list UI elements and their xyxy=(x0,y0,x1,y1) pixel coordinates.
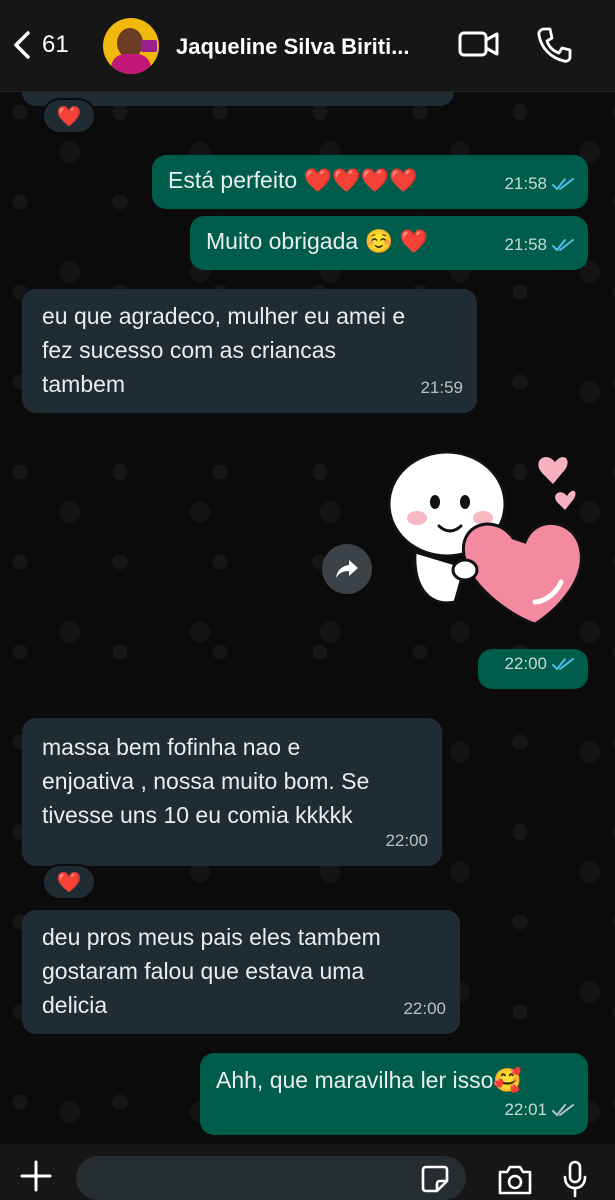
read-ticks-icon xyxy=(552,658,574,671)
message-time: 21:58 xyxy=(504,235,547,254)
message-bubble-outgoing[interactable]: Está perfeito ❤️❤️❤️❤️ 21:58 xyxy=(152,155,588,209)
chat-header: 61 Jaqueline Silva Biriti... xyxy=(0,0,615,92)
message-bubble-incoming[interactable]: eu que agradeco, mulher eu amei e fez su… xyxy=(22,289,477,413)
heart-reaction: ❤️ xyxy=(56,871,82,894)
phone-icon xyxy=(537,27,572,63)
contact-avatar[interactable] xyxy=(103,18,159,74)
message-line: delicia xyxy=(42,992,108,1018)
microphone-button[interactable] xyxy=(562,1160,588,1200)
message-time: 22:00 xyxy=(504,654,547,673)
message-time: 22:01 xyxy=(504,1100,547,1119)
message-time: 22:00 xyxy=(403,999,446,1018)
read-ticks-icon xyxy=(552,178,574,191)
message-time: 21:58 xyxy=(504,174,547,193)
sticker-timestamp: 22:00 xyxy=(478,649,588,689)
video-call-icon xyxy=(458,31,499,57)
message-time: 13:08 xyxy=(397,92,440,104)
message-line: tivesse uns 10 eu comia kkkkk xyxy=(42,802,353,828)
camera-button[interactable] xyxy=(496,1164,534,1200)
message-bubble-outgoing[interactable]: Ahh, que maravilha ler isso🥰 22:01 xyxy=(200,1053,588,1135)
forward-icon xyxy=(336,560,358,578)
camera-icon xyxy=(498,1165,532,1195)
video-call-button[interactable] xyxy=(458,26,500,62)
hugging-heart-sticker xyxy=(387,450,583,626)
message-time: 21:59 xyxy=(420,378,463,397)
plus-icon xyxy=(20,1160,52,1192)
message-line: enjoativa , nossa muito bom. Se xyxy=(42,768,370,794)
message-input[interactable] xyxy=(76,1156,466,1200)
message-text: Ahh, que maravilha ler isso🥰 xyxy=(216,1067,523,1093)
back-button[interactable]: 61 xyxy=(12,30,69,60)
message-text: Está perfeito ❤️❤️❤️❤️ xyxy=(168,167,419,193)
contact-name[interactable]: Jaqueline Silva Biriti... xyxy=(176,34,446,60)
message-line: tambem xyxy=(42,371,126,397)
message-line: deu pros meus pais eles tambem xyxy=(42,924,381,950)
reaction-badge[interactable]: ❤️ xyxy=(42,98,96,134)
microphone-icon xyxy=(563,1160,587,1198)
message-bubble-outgoing[interactable]: Muito obrigada ☺️ ❤️ 21:58 xyxy=(190,216,588,270)
unread-count: 61 xyxy=(42,31,69,58)
sticker-icon xyxy=(421,1165,449,1193)
forward-button[interactable] xyxy=(322,544,372,594)
message-time: 22:00 xyxy=(385,831,428,850)
message-line: fez sucesso com as criancas xyxy=(42,337,337,363)
heart-reaction: ❤️ xyxy=(56,105,82,128)
reaction-badge[interactable]: ❤️ xyxy=(42,864,96,900)
back-chevron-icon xyxy=(14,31,30,59)
message-bubble-incoming[interactable]: deu pros meus pais eles tambem gostaram … xyxy=(22,910,460,1034)
sticker-message[interactable] xyxy=(385,442,585,642)
delivered-ticks-icon xyxy=(552,1104,574,1117)
message-text: Muito obrigada ☺️ ❤️ xyxy=(206,228,429,254)
compose-bar xyxy=(0,1144,615,1200)
read-ticks-icon xyxy=(552,239,574,252)
message-line: eu que agradeco, mulher eu amei e xyxy=(42,303,406,329)
sticker-button[interactable] xyxy=(420,1164,450,1199)
message-bubble-incoming[interactable]: massa bem fofinha nao e enjoativa , noss… xyxy=(22,718,442,866)
attach-button[interactable] xyxy=(18,1158,54,1199)
voice-call-button[interactable] xyxy=(536,26,572,64)
message-line: gostaram falou que estava uma xyxy=(42,958,365,984)
message-line: massa bem fofinha nao e xyxy=(42,734,301,760)
chat-area[interactable]: 13:08 ❤️ Está perfeito ❤️❤️❤️❤️ 21:58 Mu… xyxy=(0,92,615,1144)
